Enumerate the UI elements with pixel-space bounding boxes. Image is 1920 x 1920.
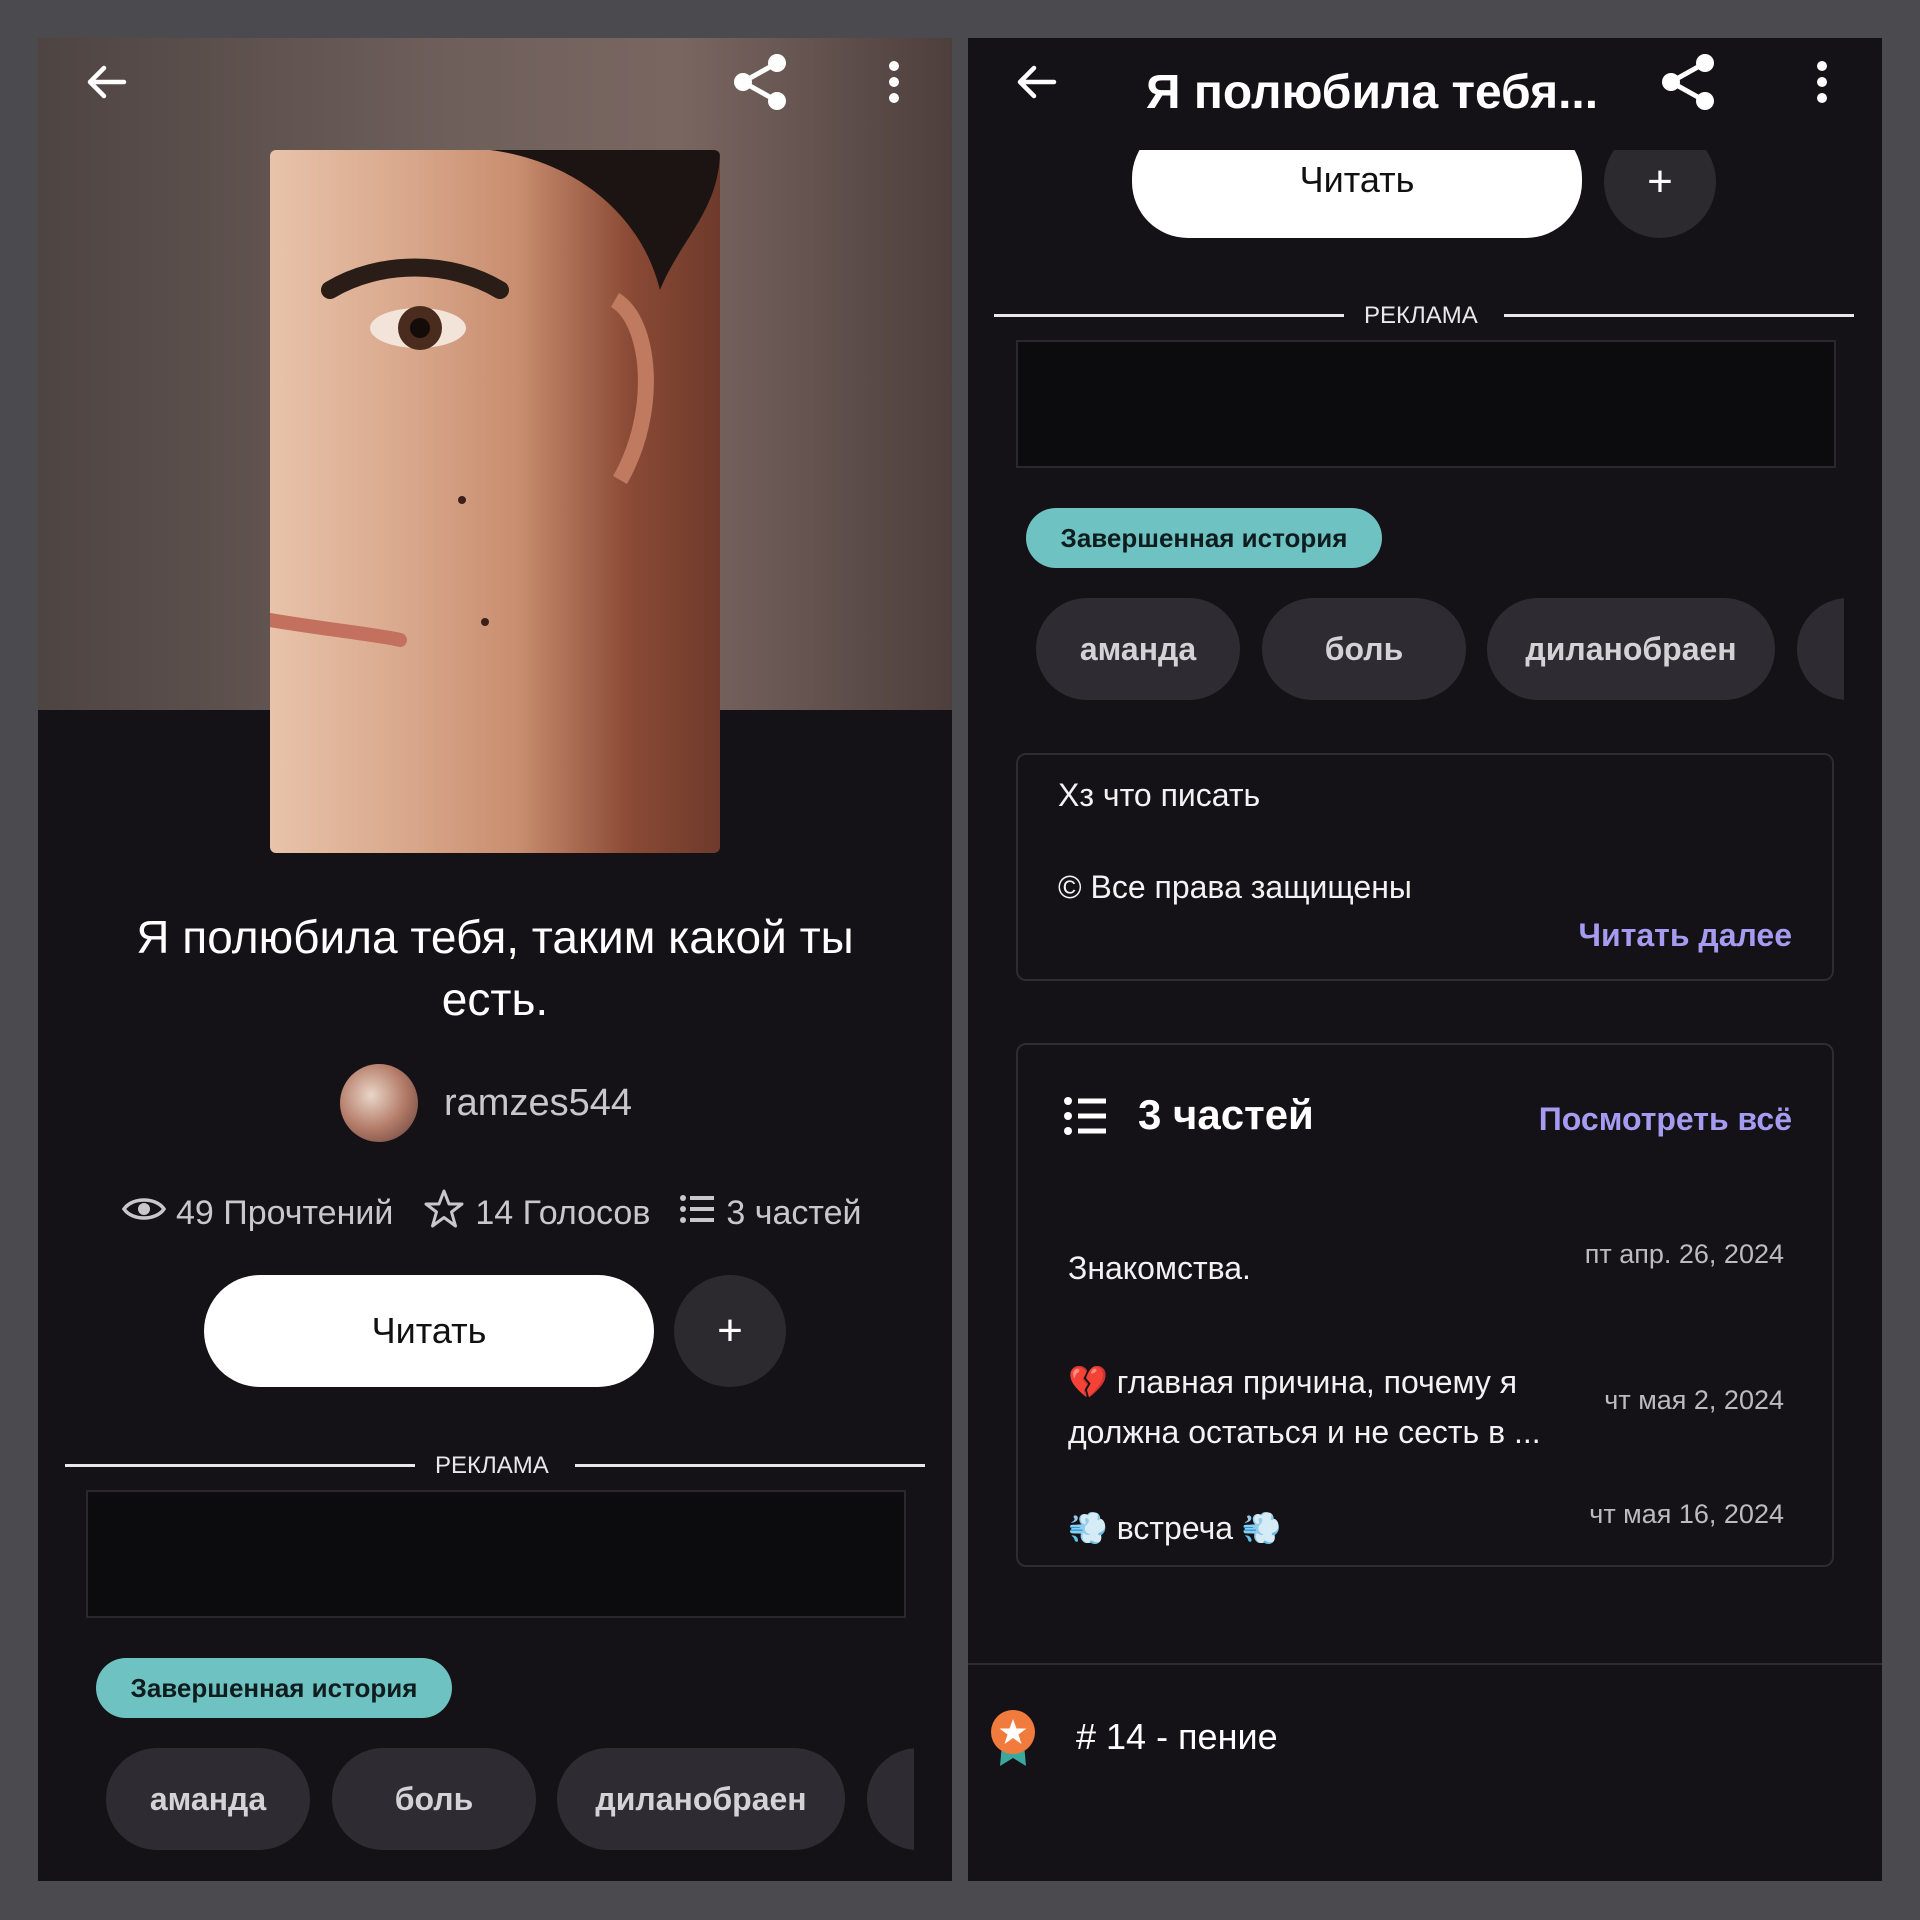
list-item[interactable]: Знакомства. пт апр. 26, 2024 <box>1018 1223 1832 1323</box>
back-arrow-icon[interactable] <box>74 50 138 114</box>
author-name[interactable]: ramzes544 <box>444 1082 632 1125</box>
part-title: главная причина, почему я <box>1116 1364 1518 1400</box>
tags-fade <box>914 1738 952 1858</box>
part-title: встреча <box>1116 1510 1234 1546</box>
list-icon <box>680 1194 716 1233</box>
status-badge: Завершенная история <box>1026 508 1382 568</box>
plus-icon: + <box>1647 157 1673 206</box>
eye-icon <box>121 1194 167 1233</box>
description-card: Хз что писать © Все права защищены Читат… <box>1016 753 1834 981</box>
tag-chip[interactable]: аманда <box>1036 598 1240 700</box>
ad-slot[interactable] <box>1016 340 1836 468</box>
share-icon[interactable] <box>728 50 792 114</box>
story-title: Я полюбила тебя, таким какой ты есть. <box>136 911 854 1025</box>
tag-chip[interactable]: боль <box>332 1748 536 1850</box>
page-title: Я полюбила тебя... <box>1146 66 1599 119</box>
part-date: чт мая 2, 2024 <box>1604 1385 1784 1415</box>
ad-slot[interactable] <box>86 1490 906 1618</box>
list-icon <box>1064 1097 1108 1140</box>
dash-symbol-icon: 💨 <box>1068 1510 1108 1546</box>
votes-stat: 14 Голосов <box>423 1188 650 1239</box>
see-all-link[interactable]: Посмотреть всё <box>1539 1101 1792 1138</box>
part-date: чт мая 16, 2024 <box>1589 1499 1784 1529</box>
ad-divider-right <box>575 1464 925 1467</box>
part-date: пт апр. 26, 2024 <box>1584 1239 1784 1269</box>
votes-count: 14 Голосов <box>475 1194 651 1232</box>
tag-chip[interactable]: аманда <box>106 1748 310 1850</box>
tag-chip[interactable]: боль <box>1262 598 1466 700</box>
ad-divider-left <box>994 314 1344 317</box>
tag-chip[interactable]: диланобраен <box>557 1748 845 1850</box>
more-vertical-icon[interactable] <box>862 50 926 114</box>
ad-divider-left <box>65 1464 415 1467</box>
ranking-text[interactable]: # 14 - пение <box>1076 1716 1278 1758</box>
add-to-library-button[interactable]: + <box>674 1275 786 1387</box>
tag-chip[interactable]: диланобраен <box>1487 598 1775 700</box>
tags-fade <box>1844 588 1882 708</box>
story-details-panel-right: Читать + Я полюбила тебя... РЕКЛАМА Заве… <box>968 38 1882 1881</box>
more-vertical-icon[interactable] <box>1790 50 1854 114</box>
broken-heart-icon: 💔 <box>1068 1364 1108 1400</box>
dash-symbol-icon: 💨 <box>1241 1510 1282 1546</box>
part-title: Знакомства. <box>1068 1250 1251 1286</box>
story-cover-image <box>270 150 720 853</box>
back-arrow-icon[interactable] <box>1004 50 1068 114</box>
parts-count: 3 частей <box>726 1194 862 1232</box>
table-of-contents-card: 3 частей Посмотреть всё Знакомства. пт а… <box>1016 1043 1834 1567</box>
ad-label: РЕКЛАМА <box>435 1452 549 1479</box>
reads-count: 49 Прочтений <box>176 1194 394 1232</box>
story-stats: 49 Прочтений 14 Голосов 3 частей <box>121 1188 861 1239</box>
copyright-text: © Все права защищены <box>1058 869 1412 905</box>
story-details-panel-left: Я полюбила тебя, таким какой ты есть. ra… <box>38 38 952 1881</box>
ranking-badge-icon <box>988 1708 1038 1773</box>
list-item[interactable]: 💨 встреча 💨 чт мая 16, 2024 <box>1018 1499 1832 1575</box>
divider <box>968 1663 1882 1665</box>
ad-label: РЕКЛАМА <box>1364 302 1478 329</box>
list-item[interactable]: 💔 главная причина, почему я должна остат… <box>1018 1361 1832 1481</box>
star-icon <box>423 1188 465 1239</box>
ad-divider-right <box>1504 314 1854 317</box>
parts-count-title: 3 частей <box>1138 1091 1314 1138</box>
avatar[interactable] <box>340 1064 418 1142</box>
parts-stat: 3 частей <box>680 1194 861 1233</box>
reads-stat: 49 Прочтений <box>121 1194 394 1233</box>
author-row[interactable]: ramzes544 <box>340 1064 632 1142</box>
description-text: Хз что писать <box>1058 777 1261 813</box>
read-button[interactable]: Читать <box>204 1275 654 1387</box>
status-badge: Завершенная история <box>96 1658 452 1718</box>
share-icon[interactable] <box>1656 50 1720 114</box>
read-more-link[interactable]: Читать далее <box>1579 917 1792 954</box>
plus-icon: + <box>717 1306 743 1355</box>
part-title-line2: должна остаться и не сесть в ... <box>1068 1414 1541 1450</box>
